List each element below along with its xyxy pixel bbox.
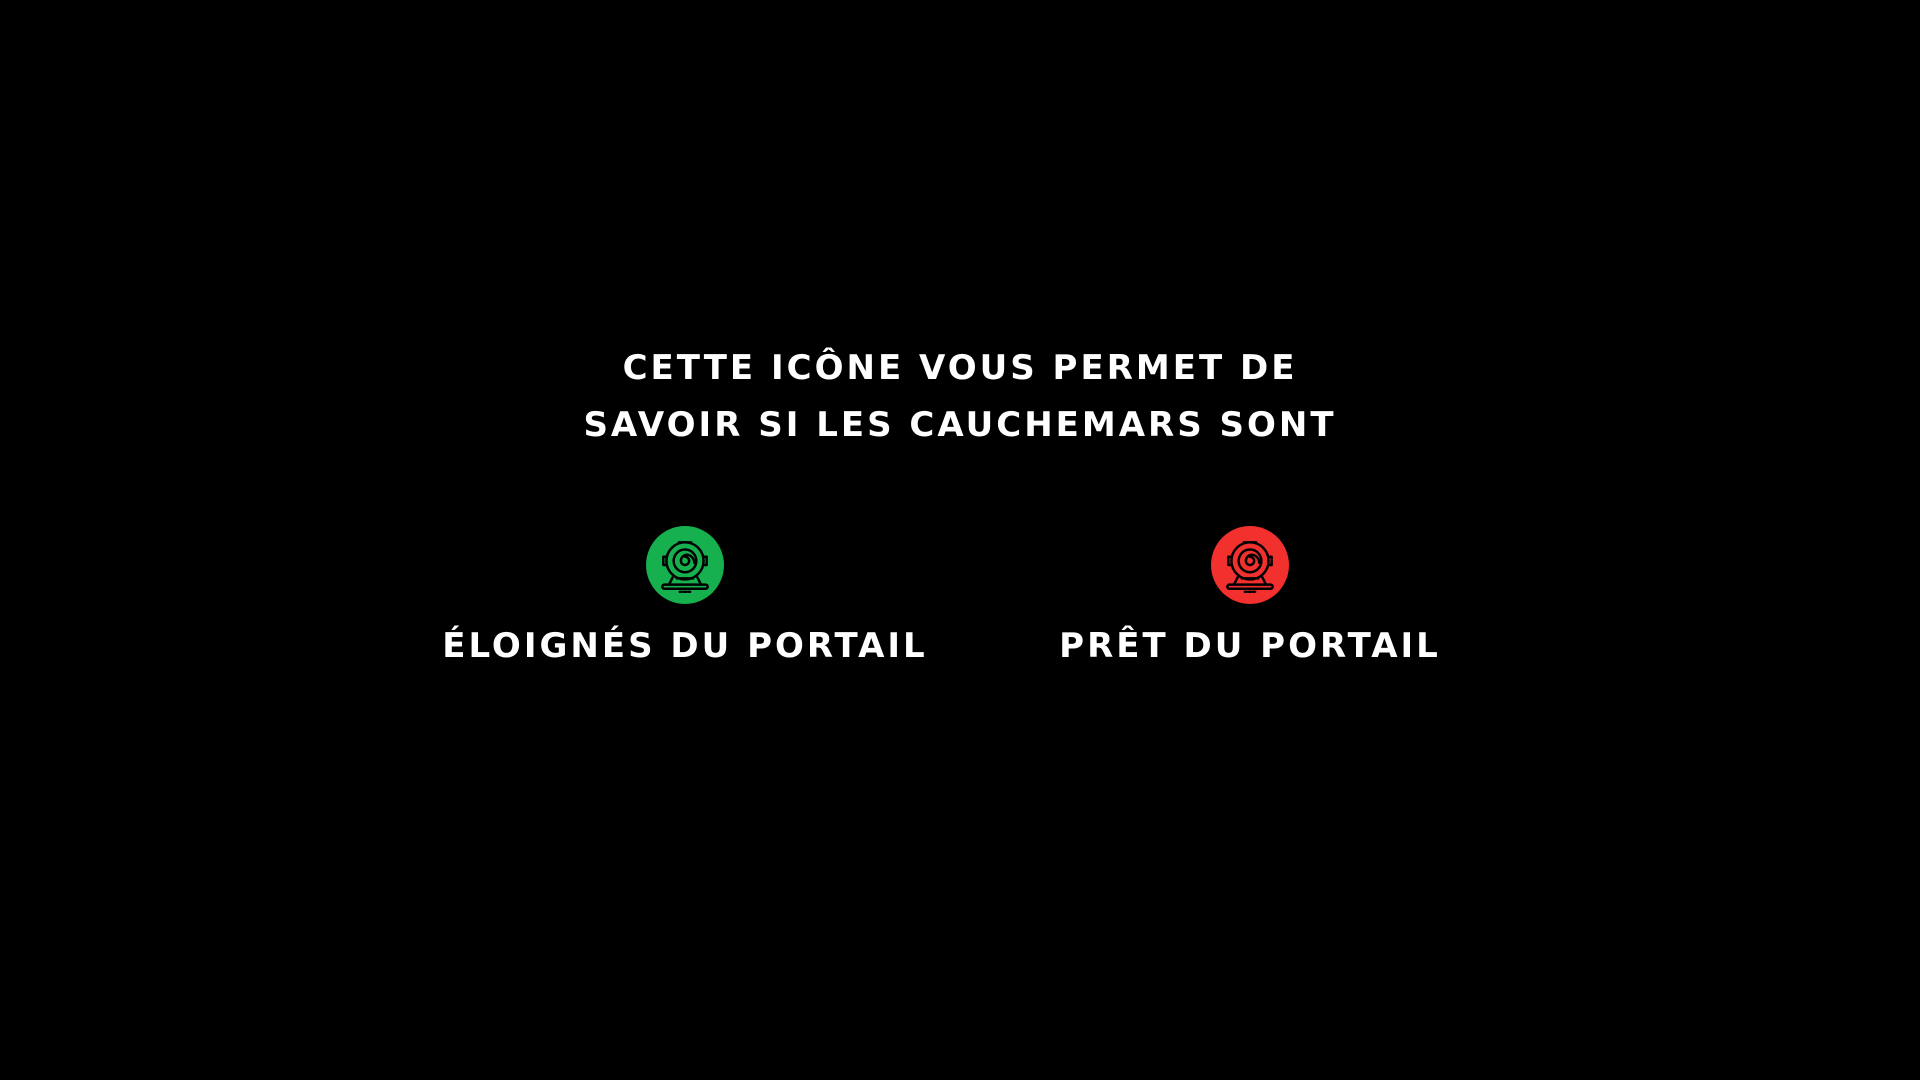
portal-icon-red bbox=[1211, 526, 1289, 604]
status-near-portal: PRÊT DU PORTAIL bbox=[990, 526, 1510, 666]
status-far-from-portal: ÉLOIGNÉS DU PORTAIL bbox=[425, 526, 945, 666]
status-label-near: PRÊT DU PORTAIL bbox=[1059, 626, 1441, 666]
portal-icon-green bbox=[646, 526, 724, 604]
message-line-2: SAVOIR SI LES CAUCHEMARS SONT bbox=[583, 405, 1337, 445]
portal-status-message: CETTE ICÔNE VOUS PERMET DE SAVOIR SI LES… bbox=[0, 340, 1920, 454]
status-label-far: ÉLOIGNÉS DU PORTAIL bbox=[442, 626, 928, 666]
message-line-1: CETTE ICÔNE VOUS PERMET DE bbox=[622, 348, 1298, 388]
